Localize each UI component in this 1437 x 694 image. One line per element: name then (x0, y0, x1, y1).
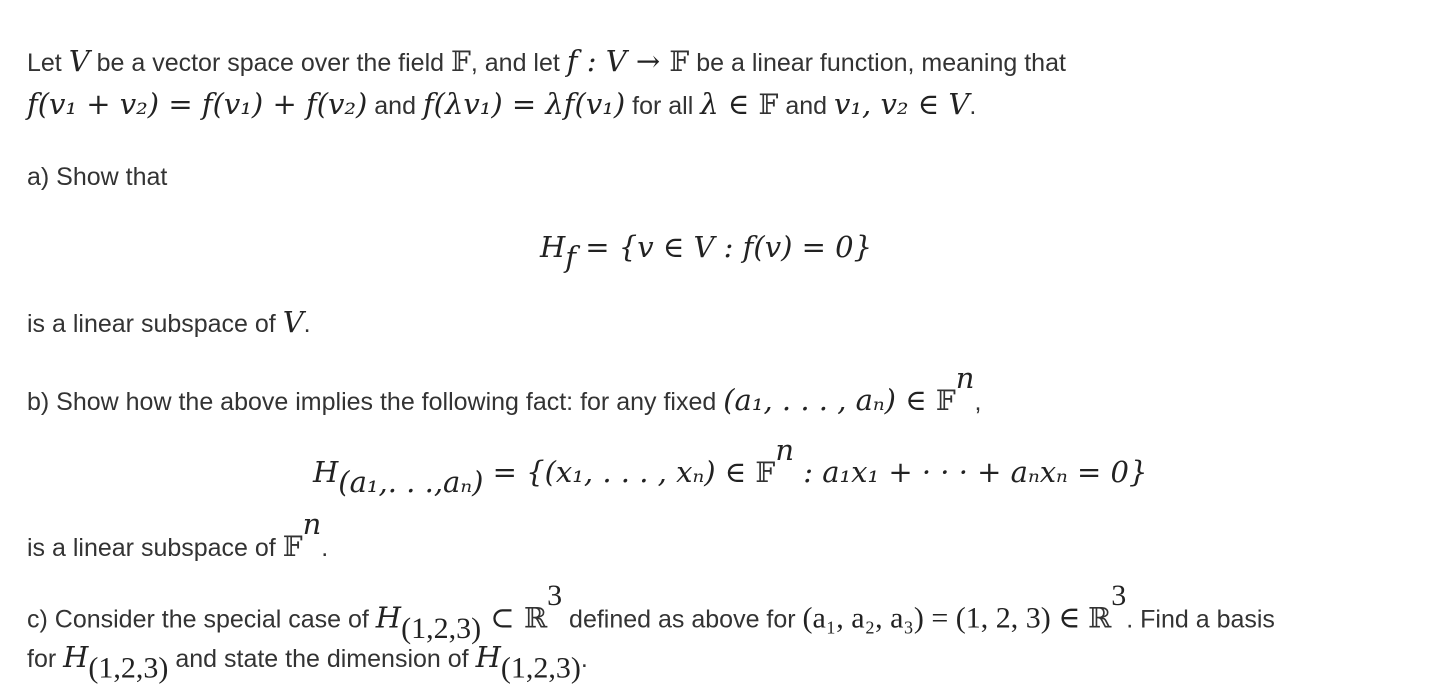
intro-text: be a linear function, meaning that (689, 49, 1066, 77)
intro-line-2: f(v₁ + v₂) = f(v₁) + f(v₂) and f(λv₁) = … (27, 90, 976, 119)
math-sub-123: (1,2,3) (88, 651, 169, 685)
math-map: f : V → (566, 44, 670, 78)
math-sup-3: 3 (1111, 579, 1127, 612)
math-sub-123: (1,2,3) (401, 612, 482, 645)
math-tuple: (a₁, . . . , aₙ) ∈ (723, 382, 936, 417)
math-subset: ⊂ (481, 600, 524, 635)
prompt-text: and state the dimension of (168, 645, 476, 673)
part-b-prompt: b) Show how the above implies the follow… (27, 364, 982, 417)
prompt-end: , (974, 387, 982, 416)
conclusion-end: . (321, 533, 329, 562)
math-field-F: 𝔽 (758, 88, 779, 121)
math-sub-123: (1,2,3) (500, 651, 581, 685)
conclusion-end: . (303, 310, 311, 338)
math-V: V (68, 44, 90, 78)
math-condition: : a₁x₁ + · · · + aₙxₙ = 0} (794, 454, 1148, 489)
intro-text: Let (27, 49, 69, 77)
math-sub-tuple: (a₁,. . .,aₙ) (338, 464, 484, 499)
part-b-conclusion: is a linear subspace of 𝔽n. (27, 510, 329, 563)
part-a-display-equation: Hf = {v ∈ V : f(v) = 0} (540, 230, 873, 272)
math-set: = {(x₁, . . . , xₙ) ∈ (483, 454, 756, 489)
prompt-text: b) Show how the above implies the follow… (27, 387, 724, 416)
prompt-end: . (580, 645, 588, 673)
part-a-label: a) Show that (27, 163, 168, 191)
math-lambda: λ ∈ (700, 87, 759, 121)
math-sup-n: n (955, 361, 975, 395)
prompt-text: for (27, 645, 64, 673)
part-a-conclusion: is a linear subspace of V. (27, 308, 311, 337)
math-set: = {v ∈ V : f(v) = 0} (576, 230, 873, 264)
math-H: H (313, 454, 339, 489)
part-c-line-2: for H(1,2,3) and state the dimension of … (27, 640, 588, 684)
intro-text: and (367, 92, 423, 120)
math-additivity: f(v₁ + v₂) = f(v₁) + f(v₂) (27, 87, 368, 121)
math-field-F: 𝔽 (669, 45, 690, 78)
math-field-F: 𝔽 (450, 45, 471, 78)
math-sup-n: n (775, 433, 794, 467)
intro-text: . (969, 92, 977, 120)
math-field-F: 𝔽 (935, 383, 956, 417)
prompt-text: defined as above for (562, 605, 803, 634)
intro-text: for all (625, 92, 701, 120)
part-c-line-1: c) Consider the special case of H(1,2,3)… (27, 581, 1275, 644)
prompt-text: . Find a basis (1126, 605, 1275, 634)
math-H: H (540, 230, 566, 264)
intro-text: , and let (470, 49, 567, 77)
math-H: H (475, 640, 501, 674)
math-field-F: 𝔽 (755, 455, 776, 489)
math-sup-3: 3 (547, 579, 563, 612)
intro-text: and (778, 92, 835, 120)
part-b-display-equation: H(a₁,. . .,aₙ) = {(x₁, . . . , xₙ) ∈ 𝔽n … (313, 436, 1148, 497)
math-reals: ℝ (523, 601, 548, 635)
math-H: H (63, 640, 89, 674)
math-field-F: 𝔽 (282, 529, 303, 563)
math-homogeneity: f(λv₁) = λf(v₁) (422, 87, 626, 121)
conclusion-text: is a linear subspace of (27, 310, 283, 338)
math-reals: ℝ (1087, 601, 1112, 635)
conclusion-text: is a linear subspace of (27, 533, 283, 562)
math-H: H (375, 600, 402, 635)
math-V: V (282, 305, 304, 339)
math-equation: (a₁, a₂, a₃) = (1, 2, 3) ∈ (802, 601, 1088, 635)
math-sup-n: n (302, 507, 322, 541)
intro-line-1: Let V be a vector space over the field 𝔽… (27, 47, 1066, 76)
math-sub-f: f (565, 240, 577, 275)
prompt-text: c) Consider the special case of (27, 605, 376, 634)
intro-text: be a vector space over the field (89, 49, 451, 77)
math-vectors: v₁, v₂ ∈ V (834, 87, 970, 121)
